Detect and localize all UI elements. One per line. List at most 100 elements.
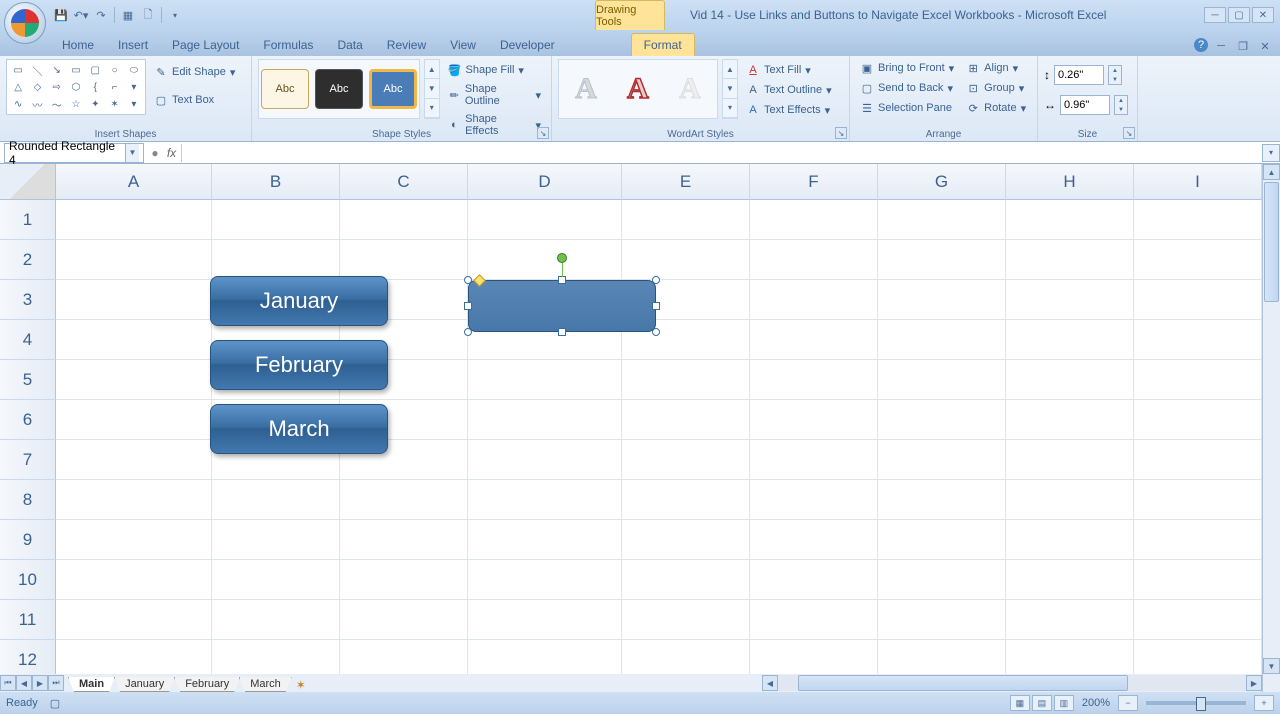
vertical-scrollbar[interactable]: ▲ ▼ — [1262, 164, 1280, 674]
cell[interactable] — [1134, 600, 1262, 640]
cell[interactable] — [340, 600, 468, 640]
shape-style-2[interactable]: Abc — [315, 69, 363, 109]
formula-bar-expand-icon[interactable]: ▾ — [1262, 144, 1280, 162]
wordart-style-2[interactable]: A — [615, 67, 661, 111]
cell[interactable] — [1134, 640, 1262, 674]
gallery-more-icon[interactable]: ▾ — [723, 99, 737, 118]
cell[interactable] — [750, 400, 878, 440]
cell[interactable] — [56, 280, 212, 320]
resize-handle-ne[interactable] — [652, 276, 660, 284]
cell[interactable] — [468, 440, 622, 480]
cell[interactable] — [212, 240, 340, 280]
cell[interactable] — [750, 600, 878, 640]
cell[interactable] — [1006, 520, 1134, 560]
cell[interactable] — [1006, 400, 1134, 440]
scroll-down-button[interactable]: ▼ — [1263, 658, 1280, 674]
shape-width-input[interactable] — [1060, 95, 1110, 115]
gallery-scroll[interactable]: ▲▼▾ — [424, 59, 440, 119]
shape-fill-button[interactable]: 🪣Shape Fill ▾ — [444, 61, 546, 79]
column-header-B[interactable]: B — [212, 164, 340, 200]
tab-home[interactable]: Home — [50, 34, 106, 56]
cell[interactable] — [212, 480, 340, 520]
cell[interactable] — [622, 520, 750, 560]
row-header-9[interactable]: 9 — [0, 520, 56, 560]
cell[interactable] — [878, 400, 1006, 440]
shapes-gallery[interactable]: ▭＼↘▭▢○⬭ △◇⇨⬡{⌐▾ ∿〰〜☆✦✶▾ — [6, 59, 146, 115]
cell[interactable] — [750, 200, 878, 240]
cell[interactable] — [1134, 240, 1262, 280]
shape-arrow-icon[interactable]: ↘ — [48, 62, 66, 78]
dialog-launcher-shape-styles[interactable]: ↘ — [537, 127, 549, 139]
selection-pane-button[interactable]: ☰Selection Pane — [856, 99, 958, 117]
cell[interactable] — [340, 520, 468, 560]
scroll-left-button[interactable]: ◀ — [762, 675, 778, 691]
cell[interactable] — [56, 200, 212, 240]
sheet-tab-february[interactable]: February — [174, 677, 240, 692]
cell[interactable] — [878, 320, 1006, 360]
cell[interactable] — [750, 640, 878, 674]
qat-icon[interactable]: ▦ — [119, 6, 137, 24]
cell[interactable] — [878, 200, 1006, 240]
edit-shape-button[interactable]: ✎Edit Shape ▾ — [150, 63, 239, 81]
row-header-8[interactable]: 8 — [0, 480, 56, 520]
customize-qat-icon[interactable]: ▾ — [166, 6, 184, 24]
first-sheet-button[interactable]: ⏮ — [0, 675, 16, 691]
dialog-launcher-size[interactable]: ↘ — [1123, 127, 1135, 139]
cell[interactable] — [340, 640, 468, 674]
gallery-more-icon[interactable]: ▾ — [425, 99, 439, 118]
cell[interactable] — [878, 480, 1006, 520]
cell[interactable] — [340, 240, 468, 280]
help-icon[interactable]: ? — [1194, 38, 1208, 52]
cell[interactable] — [1134, 200, 1262, 240]
column-header-A[interactable]: A — [56, 164, 212, 200]
cell[interactable] — [878, 440, 1006, 480]
cell[interactable] — [1134, 440, 1262, 480]
workbook-minimize-icon[interactable]: ─ — [1212, 38, 1230, 54]
cell[interactable] — [878, 280, 1006, 320]
cell[interactable] — [622, 360, 750, 400]
text-outline-button[interactable]: AText Outline ▾ — [742, 81, 836, 99]
column-header-G[interactable]: G — [878, 164, 1006, 200]
shape-curve-icon[interactable]: ∿ — [9, 96, 27, 112]
cell[interactable] — [56, 560, 212, 600]
row-header-7[interactable]: 7 — [0, 440, 56, 480]
cell[interactable] — [212, 600, 340, 640]
cell[interactable] — [468, 600, 622, 640]
cell[interactable] — [878, 600, 1006, 640]
sheet-tab-january[interactable]: January — [114, 677, 175, 692]
cell[interactable] — [622, 400, 750, 440]
cell[interactable] — [1006, 600, 1134, 640]
height-spinner[interactable]: ▲▼ — [1108, 65, 1122, 85]
zoom-out-button[interactable]: − — [1118, 695, 1138, 711]
column-header-C[interactable]: C — [340, 164, 468, 200]
cell[interactable] — [56, 520, 212, 560]
fx-button[interactable]: fx — [162, 144, 182, 162]
undo-icon[interactable]: ↶▾ — [72, 6, 90, 24]
zoom-level[interactable]: 200% — [1082, 697, 1110, 709]
print-preview-icon[interactable]: 🗋 — [139, 6, 157, 24]
cell[interactable] — [750, 320, 878, 360]
wordart-gallery[interactable]: A A A — [558, 59, 718, 119]
select-all-corner[interactable] — [0, 164, 56, 200]
text-box-button[interactable]: ▢Text Box — [150, 91, 239, 109]
zoom-slider[interactable] — [1146, 701, 1246, 705]
cell[interactable] — [340, 560, 468, 600]
cell[interactable] — [468, 400, 622, 440]
cell[interactable] — [56, 360, 212, 400]
scroll-right-button[interactable]: ▶ — [1246, 675, 1262, 691]
formula-bar-input[interactable] — [186, 144, 1262, 162]
cell[interactable] — [878, 560, 1006, 600]
cell[interactable] — [1006, 280, 1134, 320]
tab-insert[interactable]: Insert — [106, 34, 160, 56]
cell[interactable] — [1134, 400, 1262, 440]
cell[interactable] — [1134, 520, 1262, 560]
cell[interactable] — [750, 280, 878, 320]
shape-diamond-icon[interactable]: ◇ — [28, 79, 46, 95]
minimize-button[interactable]: ─ — [1204, 7, 1226, 23]
cell[interactable] — [622, 560, 750, 600]
scroll-up-button[interactable]: ▲ — [1263, 164, 1280, 180]
cell[interactable] — [750, 480, 878, 520]
tab-review[interactable]: Review — [375, 34, 438, 56]
shape-star6-icon[interactable]: ✶ — [105, 96, 123, 112]
shape-scribble-icon[interactable]: 〜 — [48, 96, 66, 112]
